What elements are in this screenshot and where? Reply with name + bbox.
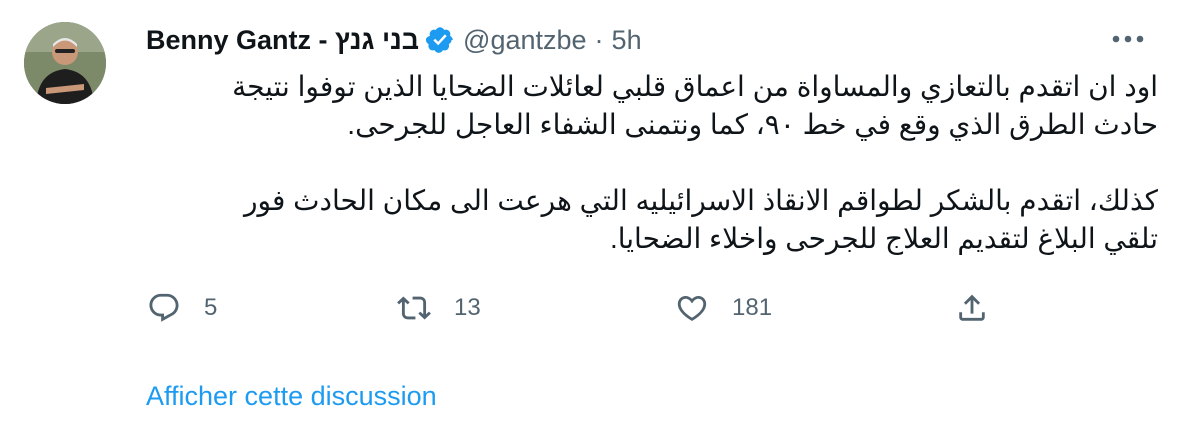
tweet-paragraph: اود ان اتقدم بالتعازي والمساواة من اعماق…	[232, 71, 1158, 140]
like-count: 181	[732, 294, 773, 321]
like-button[interactable]: 181	[674, 286, 772, 330]
user-handle[interactable]: @gantzbe	[463, 25, 587, 56]
verified-badge-icon	[425, 25, 455, 55]
reply-count: 5	[204, 294, 218, 321]
retweet-button[interactable]: 13	[396, 286, 481, 330]
tweet-text: اود ان اتقدم بالتعازي والمساواة من اعماق…	[146, 68, 1158, 258]
tweet-timestamp[interactable]: 5h	[612, 25, 642, 56]
display-name[interactable]: Benny Gantz - בני גנץ	[146, 25, 419, 56]
more-icon[interactable]	[1108, 24, 1148, 54]
tweet[interactable]: Benny Gantz - בני גנץ @gantzbe · 5h اود …	[0, 0, 1182, 434]
retweet-icon	[396, 290, 432, 326]
share-icon	[954, 290, 990, 326]
tweet-header: Benny Gantz - בני גנץ @gantzbe · 5h	[146, 22, 642, 58]
heart-icon	[674, 290, 710, 326]
separator-dot: ·	[594, 24, 604, 55]
tweet-actions: 5 13 181	[146, 286, 1006, 330]
reply-icon	[146, 290, 182, 326]
reply-button[interactable]: 5	[146, 286, 217, 330]
retweet-count: 13	[454, 294, 481, 321]
share-button[interactable]	[954, 286, 990, 330]
tweet-paragraph: كذلك، اتقدم بالشكر لطواقم الانقاذ الاسرا…	[244, 185, 1158, 254]
avatar[interactable]	[24, 22, 106, 104]
show-thread-link[interactable]: Afficher cette discussion	[146, 381, 437, 412]
